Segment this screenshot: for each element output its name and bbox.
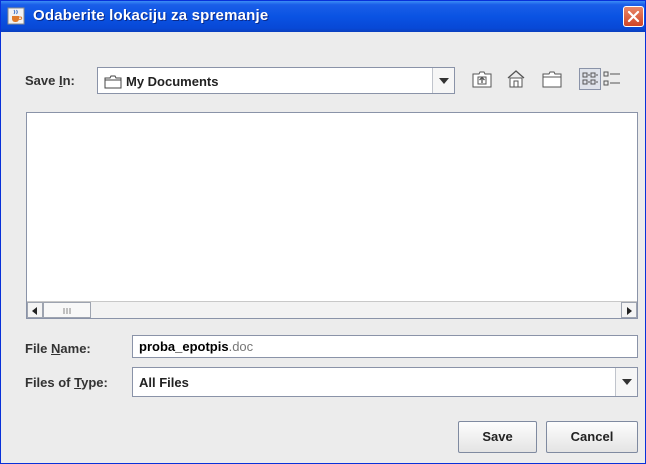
folder-icon <box>104 74 122 93</box>
new-folder-icon <box>542 71 562 88</box>
save-in-value: My Documents <box>126 74 219 89</box>
close-button[interactable] <box>623 6 644 27</box>
file-name-main: proba_epotpis <box>139 339 229 354</box>
file-name-input[interactable]: proba_epotpis.doc <box>132 335 638 358</box>
details-view-button[interactable] <box>601 68 623 90</box>
file-type-combo[interactable]: All Files <box>132 367 638 397</box>
grip-icon <box>63 308 71 314</box>
file-name-extension: .doc <box>228 339 254 354</box>
file-type-value: All Files <box>139 375 189 390</box>
up-one-level-button[interactable] <box>471 68 493 90</box>
scroll-thumb[interactable] <box>43 302 91 318</box>
close-icon <box>627 10 640 23</box>
list-view-icon <box>582 72 598 85</box>
new-folder-button[interactable] <box>541 68 563 90</box>
save-in-label: Save In: <box>25 73 75 88</box>
file-name-value: proba_epotpis.doc <box>139 339 253 354</box>
list-view-button[interactable] <box>579 68 601 90</box>
title-bar[interactable]: Odaberite lokaciju za spremanje <box>1 1 645 32</box>
arrow-left-icon <box>32 307 37 315</box>
window-title: Odaberite lokaciju za spremanje <box>33 7 269 24</box>
up-one-level-icon <box>472 71 492 88</box>
file-name-label: File Name: <box>25 341 91 356</box>
horizontal-scrollbar[interactable] <box>27 301 637 318</box>
home-button[interactable] <box>505 68 527 90</box>
chevron-down-icon <box>622 379 632 385</box>
file-type-label: Files of Type: <box>25 375 108 390</box>
save-dialog-window: Odaberite lokaciju za spremanje Save In:… <box>0 0 646 464</box>
file-type-dropdown-arrow[interactable] <box>615 368 637 396</box>
save-button[interactable]: Save <box>458 421 537 453</box>
details-view-icon <box>603 71 620 86</box>
save-in-combo[interactable]: My Documents <box>97 67 455 94</box>
arrow-right-icon <box>627 307 632 315</box>
scroll-right-button[interactable] <box>621 302 637 318</box>
file-list[interactable] <box>26 112 638 319</box>
save-in-dropdown-arrow[interactable] <box>432 68 454 93</box>
chevron-down-icon <box>439 77 449 84</box>
java-cup-icon <box>7 7 25 25</box>
cancel-button[interactable]: Cancel <box>546 421 638 453</box>
home-icon <box>507 70 525 88</box>
scroll-left-button[interactable] <box>27 302 43 318</box>
